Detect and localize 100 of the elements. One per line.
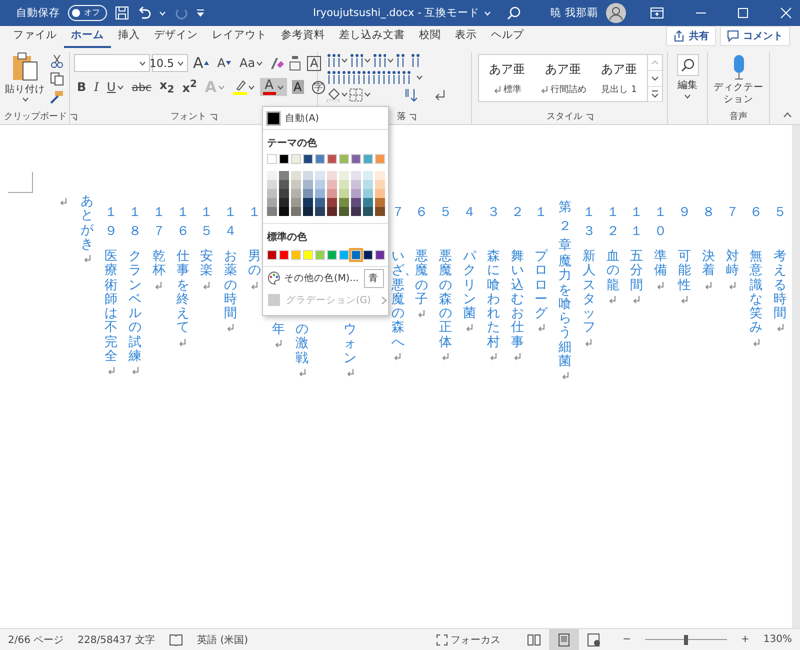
ribbon-tab[interactable]: 差し込み文書 <box>332 25 412 48</box>
ribbon-tab[interactable]: ヘルプ <box>484 25 531 48</box>
color-swatch[interactable] <box>363 171 373 180</box>
borders-icon[interactable] <box>349 88 363 102</box>
color-swatch[interactable] <box>351 250 361 260</box>
color-swatch[interactable] <box>291 154 301 164</box>
caret-icon[interactable] <box>416 75 423 80</box>
zoom-out-button[interactable]: − <box>622 634 632 645</box>
color-swatch[interactable] <box>291 189 301 198</box>
strikethrough-button[interactable]: abc <box>128 78 154 96</box>
style-option[interactable]: あア亜 標準 <box>479 55 535 101</box>
style-option[interactable]: あア亜 行間詰め <box>535 55 591 101</box>
color-swatch[interactable] <box>279 154 289 164</box>
show-marks-icon[interactable] <box>433 88 447 102</box>
save-icon[interactable] <box>115 6 129 20</box>
dialog-launcher-icon[interactable] <box>70 114 77 120</box>
collapse-ribbon-icon[interactable] <box>783 112 792 118</box>
color-swatch[interactable] <box>339 154 349 164</box>
maximize-icon[interactable] <box>737 7 750 19</box>
dialog-launcher-icon[interactable] <box>586 114 592 120</box>
color-swatch[interactable] <box>351 154 361 164</box>
color-swatch[interactable] <box>315 198 325 207</box>
grow-font-button[interactable]: A <box>190 54 212 72</box>
color-swatch[interactable] <box>327 154 337 164</box>
share-button[interactable]: 共有 <box>666 26 716 46</box>
zoom-level[interactable]: 130% <box>763 634 792 645</box>
word-count[interactable]: 228/58437 文字 <box>78 632 156 646</box>
color-swatch[interactable] <box>327 250 337 260</box>
color-swatch[interactable] <box>303 207 313 216</box>
subscript-button[interactable]: x$_{2}$ <box>156 78 178 96</box>
color-swatch[interactable] <box>351 189 361 198</box>
style-option[interactable]: あア亜 見出し 1 <box>591 55 647 101</box>
color-swatch[interactable] <box>291 207 301 216</box>
customize-toolbar-icon[interactable] <box>196 9 205 17</box>
color-swatch[interactable] <box>327 189 337 198</box>
color-swatch[interactable] <box>267 171 277 180</box>
color-swatch[interactable] <box>303 250 313 260</box>
color-swatch[interactable] <box>375 171 385 180</box>
color-swatch[interactable] <box>291 250 301 260</box>
ribbon-display-options-icon[interactable] <box>650 7 664 19</box>
color-swatch[interactable] <box>267 198 277 207</box>
color-swatch[interactable] <box>303 171 313 180</box>
color-swatch[interactable] <box>375 180 385 189</box>
color-swatch[interactable] <box>363 250 373 260</box>
align-icon[interactable] <box>326 70 340 84</box>
search-icon[interactable] <box>506 6 521 20</box>
color-swatch[interactable] <box>363 198 373 207</box>
paste-button[interactable]: 貼り付け <box>4 52 46 108</box>
view-button[interactable] <box>548 628 579 650</box>
ribbon-tab[interactable]: ファイル <box>6 25 64 48</box>
focus-button[interactable]: フォーカス <box>432 630 505 648</box>
color-swatch[interactable] <box>339 171 349 180</box>
caret-icon[interactable] <box>387 58 394 63</box>
color-swatch[interactable] <box>291 198 301 207</box>
color-swatch[interactable] <box>375 198 385 207</box>
color-swatch[interactable] <box>375 154 385 164</box>
caret-icon[interactable] <box>364 58 371 63</box>
shrink-font-button[interactable]: A <box>214 54 234 72</box>
color-swatch[interactable] <box>291 180 301 189</box>
paint-bucket-icon[interactable] <box>326 88 340 102</box>
editing-button[interactable]: 編集 <box>674 52 702 124</box>
comment-button[interactable]: コメント <box>720 26 790 46</box>
color-swatch[interactable] <box>291 171 301 180</box>
color-swatch[interactable] <box>315 189 325 198</box>
color-swatch[interactable] <box>303 154 313 164</box>
slider-thumb[interactable] <box>684 634 688 644</box>
italic-button[interactable]: I <box>91 78 102 96</box>
color-swatch[interactable] <box>267 180 277 189</box>
bold-button[interactable]: B <box>74 78 90 96</box>
color-swatch[interactable] <box>363 189 373 198</box>
caret-icon[interactable] <box>341 58 348 63</box>
align-icon[interactable] <box>386 70 400 84</box>
color-swatch[interactable] <box>279 180 289 189</box>
vertical-scrollbar[interactable] <box>792 125 800 628</box>
color-swatch[interactable] <box>339 180 349 189</box>
ribbon-tab[interactable]: 挿入 <box>111 25 147 48</box>
color-swatch[interactable] <box>363 180 373 189</box>
color-swatch[interactable] <box>363 207 373 216</box>
color-swatch[interactable] <box>267 207 277 216</box>
menu-item[interactable]: その他の色(M)... <box>267 271 359 285</box>
eraser-icon[interactable] <box>268 55 286 71</box>
copy-icon[interactable] <box>50 72 64 86</box>
proofing-icon[interactable] <box>169 634 184 646</box>
color-swatch[interactable] <box>327 171 337 180</box>
caret-icon[interactable] <box>684 94 691 99</box>
color-swatch[interactable] <box>279 250 289 260</box>
dialog-launcher-icon[interactable] <box>210 114 216 120</box>
bullet-list-icon[interactable] <box>326 54 340 68</box>
color-swatch[interactable] <box>315 180 325 189</box>
caret-icon[interactable] <box>177 60 184 66</box>
font-name-field[interactable] <box>74 54 150 72</box>
language-indicator[interactable]: 英語 (米国) <box>197 632 248 646</box>
ribbon-tab[interactable]: ホーム <box>64 25 111 48</box>
superscript-button[interactable]: x$^{2}$ <box>179 78 200 96</box>
caret-icon[interactable] <box>256 60 264 66</box>
scissors-icon[interactable] <box>50 54 64 68</box>
autosave-toggle[interactable]: オフ <box>68 5 107 21</box>
color-swatch[interactable] <box>327 180 337 189</box>
color-swatch[interactable] <box>279 198 289 207</box>
color-swatch[interactable] <box>327 207 337 216</box>
